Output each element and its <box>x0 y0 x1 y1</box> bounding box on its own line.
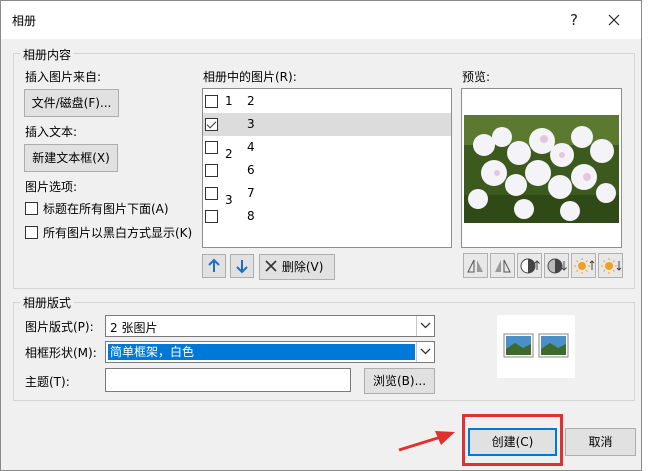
rotate-right-button[interactable] <box>490 253 515 278</box>
album-content-group-title: 相册内容 <box>20 46 75 63</box>
insert-from-label: 插入图片来自: <box>25 70 102 84</box>
picture-layout-select[interactable]: 2 张图片 <box>105 315 435 337</box>
close-button[interactable] <box>599 7 629 33</box>
black-white-label[interactable]: 所有图片以黑白方式显示(K) <box>43 224 192 241</box>
list-item[interactable]: 6 <box>203 159 451 182</box>
file-disk-button[interactable]: 文件/磁盘(F)... <box>24 89 119 117</box>
brightness-decrease-icon <box>601 258 622 274</box>
chevron-down-icon <box>420 322 431 329</box>
pictures-listbox[interactable]: 1 2 3 2 4 6 3 7 8 <box>202 88 452 248</box>
theme-label: 主题(T): <box>25 375 70 389</box>
picture-checkbox[interactable] <box>205 95 218 108</box>
new-textbox-button[interactable]: 新建文本框(X) <box>24 144 118 172</box>
picture-number: 7 <box>247 186 255 200</box>
picture-number: 8 <box>247 209 255 223</box>
album-layout-group-title: 相册版式 <box>20 294 75 311</box>
list-item[interactable]: 3 7 <box>203 182 451 207</box>
move-down-button[interactable] <box>230 254 254 278</box>
caption-below-label[interactable]: 标题在所有图片下面(A) <box>43 200 169 217</box>
pictures-list-label: 相册中的图片(R): <box>203 70 297 84</box>
layout-preview-thumbnail <box>497 315 575 378</box>
help-button[interactable]: ? <box>559 7 589 33</box>
rotate-left-icon <box>467 259 483 273</box>
picture-checkbox[interactable] <box>205 118 218 131</box>
contrast-increase-button[interactable] <box>517 253 542 278</box>
contrast-increase-icon <box>520 258 540 274</box>
preview-photo <box>464 115 619 223</box>
black-white-checkbox[interactable] <box>25 226 38 239</box>
list-item[interactable]: 8 <box>203 205 451 228</box>
annotation-highlight-box <box>462 414 563 466</box>
insert-text-label: 插入文本: <box>25 125 78 139</box>
caption-below-checkbox[interactable] <box>25 202 38 215</box>
preview-label: 预览: <box>462 70 491 84</box>
contrast-decrease-button[interactable] <box>544 253 569 278</box>
arrow-up-icon <box>208 258 220 272</box>
brightness-decrease-button[interactable] <box>598 253 623 278</box>
arrow-down-icon <box>236 260 248 274</box>
picture-checkbox[interactable] <box>205 141 218 154</box>
list-item[interactable]: 1 2 <box>203 90 451 113</box>
picture-checkbox[interactable] <box>205 210 218 223</box>
chevron-down-icon <box>420 348 431 355</box>
picture-options-label: 图片选项: <box>25 180 78 194</box>
layout-thumbnail-image <box>503 333 569 358</box>
picture-number: 4 <box>247 140 255 154</box>
picture-checkbox[interactable] <box>205 164 218 177</box>
frame-shape-label: 相框形状(M): <box>25 346 97 360</box>
rotate-right-icon <box>495 259 511 273</box>
dialog-title: 相册 <box>12 14 37 28</box>
frame-shape-dropdown-button[interactable] <box>416 342 434 362</box>
close-icon <box>608 14 620 26</box>
preview-pane <box>461 88 622 248</box>
delete-x-icon <box>265 260 277 272</box>
cancel-button[interactable]: 取消 <box>565 428 636 456</box>
picture-layout-label: 图片版式(P): <box>25 320 94 334</box>
title-bar: 相册 ? <box>1 1 641 39</box>
frame-shape-select[interactable]: 简单框架，白色 <box>105 341 435 363</box>
move-up-button[interactable] <box>202 254 226 278</box>
picture-number: 2 <box>247 94 255 108</box>
photo-album-dialog: 相册 ? 相册内容 插入图片来自: 文件/磁盘(F)... 插入文本: 新建文本… <box>0 0 642 471</box>
list-item[interactable]: 2 4 <box>203 136 451 161</box>
picture-layout-value: 2 张图片 <box>110 321 158 335</box>
brightness-increase-button[interactable] <box>571 253 596 278</box>
rotate-left-button[interactable] <box>463 253 488 278</box>
delete-button[interactable]: 删除(V) <box>259 254 335 280</box>
delete-label: 删除(V) <box>281 260 324 274</box>
contrast-decrease-icon <box>547 258 567 274</box>
picture-number: 6 <box>247 163 255 177</box>
browse-button[interactable]: 浏览(B)... <box>364 368 435 394</box>
picture-checkbox[interactable] <box>205 187 218 200</box>
group-number: 1 <box>225 94 233 108</box>
theme-input[interactable] <box>105 368 351 392</box>
frame-shape-value: 简单框架，白色 <box>108 344 415 360</box>
picture-layout-dropdown-button[interactable] <box>416 316 434 336</box>
annotation-arrow-icon <box>398 431 455 452</box>
list-item[interactable]: 3 <box>203 113 451 136</box>
picture-number: 3 <box>247 117 255 131</box>
brightness-increase-icon <box>574 258 595 274</box>
